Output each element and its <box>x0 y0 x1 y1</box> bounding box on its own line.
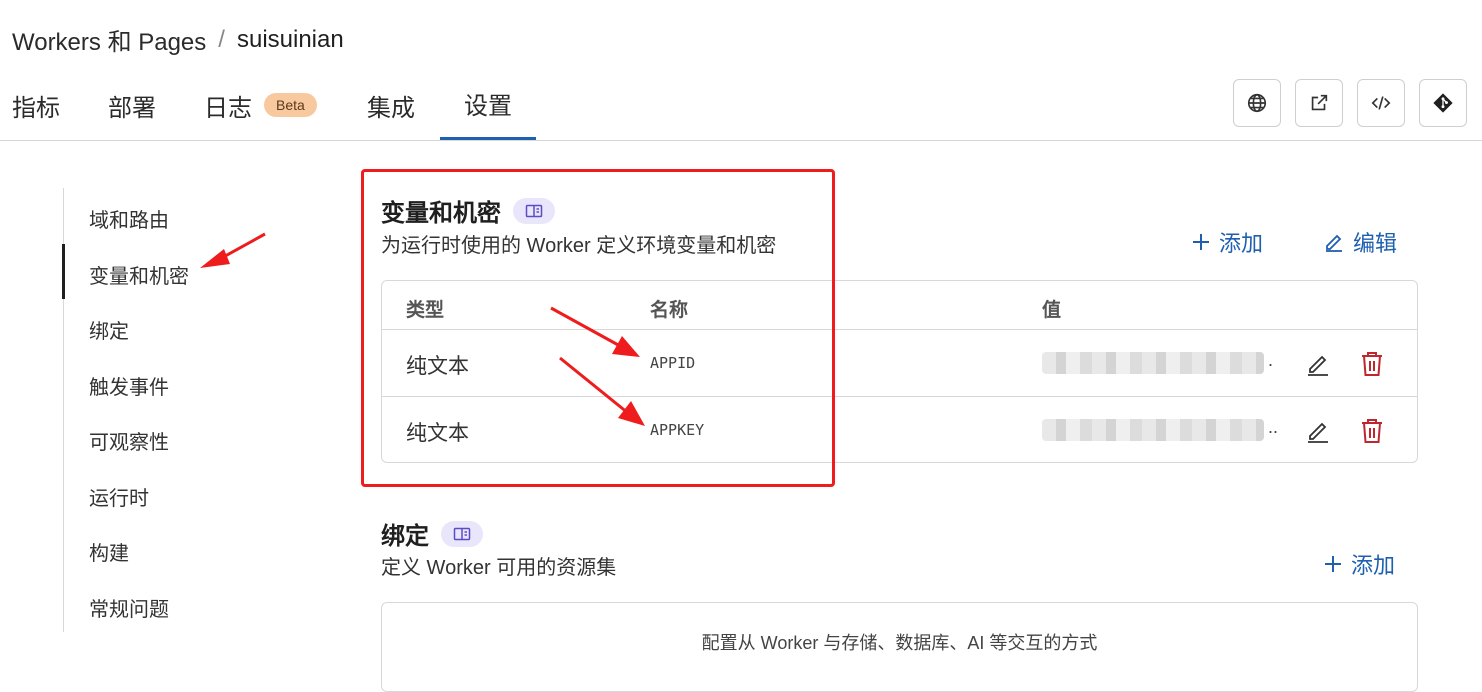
column-header-name: 名称 <box>650 300 689 321</box>
add-variable-button[interactable]: 添加 <box>1191 226 1263 258</box>
variable-value-redacted <box>1042 419 1264 441</box>
variables-section-title: 变量和机密 <box>381 193 555 228</box>
breadcrumb-root[interactable]: Workers 和 Pages <box>12 22 206 57</box>
variable-value-redacted <box>1042 352 1264 374</box>
pencil-icon <box>1308 355 1328 376</box>
variable-name: APPID <box>650 354 696 372</box>
column-header-value: 值 <box>1042 300 1062 321</box>
add-binding-button[interactable]: 添加 <box>1323 548 1395 580</box>
pencil-icon <box>1308 422 1328 443</box>
edit-variables-button[interactable]: 编辑 <box>1323 226 1397 258</box>
plus-icon <box>1191 232 1211 252</box>
variable-type: 纯文本 <box>406 422 469 445</box>
sidebar-active-indicator <box>62 244 65 299</box>
sidebar-item-triggers[interactable]: 触发事件 <box>89 371 169 400</box>
variable-type: 纯文本 <box>406 355 469 378</box>
plus-icon <box>1323 554 1343 574</box>
external-link-icon <box>1311 94 1328 111</box>
breadcrumb-current: suisuinian <box>236 25 344 53</box>
globe-button[interactable] <box>1233 79 1281 127</box>
bindings-empty-text: 配置从 Worker 与存储、数据库、AI 等交互的方式 <box>701 633 1098 653</box>
variable-name: APPKEY <box>650 421 705 439</box>
sidebar-item-variables-secrets[interactable]: 变量和机密 <box>89 260 189 289</box>
sidebar-item-bindings[interactable]: 绑定 <box>89 315 129 344</box>
book-icon <box>453 527 471 540</box>
tab-metrics[interactable]: 指标 <box>12 70 60 140</box>
docs-link[interactable] <box>441 520 483 547</box>
tab-integrations[interactable]: 集成 <box>367 70 415 140</box>
git-button[interactable] <box>1419 79 1467 127</box>
variables-table: 类型 名称 值 纯文本 APPID . 纯文本 APPKEY .. <box>381 280 1418 463</box>
bindings-section-description: 定义 Worker 可用的资源集 <box>381 557 617 579</box>
sidebar-item-observability[interactable]: 可观察性 <box>89 426 169 455</box>
edit-code-button[interactable] <box>1357 79 1405 127</box>
variable-value-ellipsis: .. <box>1268 417 1279 437</box>
trash-icon <box>1362 352 1382 376</box>
breadcrumb-separator: / <box>218 25 225 53</box>
book-icon <box>525 204 543 217</box>
bindings-section-title: 绑定 <box>381 516 483 551</box>
edit-row-button[interactable] <box>1304 350 1332 378</box>
trash-icon <box>1362 419 1382 443</box>
bindings-empty-state: 配置从 Worker 与存储、数据库、AI 等交互的方式 <box>381 602 1418 692</box>
delete-row-button[interactable] <box>1358 350 1386 378</box>
tab-settings[interactable]: 设置 <box>440 70 536 140</box>
docs-link[interactable] <box>513 197 555 224</box>
table-row: 纯文本 APPKEY .. <box>382 396 1417 464</box>
sidebar-item-general[interactable]: 常规问题 <box>89 593 169 622</box>
open-external-button[interactable] <box>1295 79 1343 127</box>
column-header-type: 类型 <box>406 300 445 321</box>
table-row: 纯文本 APPID . <box>382 329 1417 397</box>
globe-icon <box>1247 93 1267 113</box>
tab-deployments[interactable]: 部署 <box>108 70 156 140</box>
settings-sidebar: 域和路由 变量和机密 绑定 触发事件 可观察性 运行时 构建 常规问题 <box>62 188 314 632</box>
variables-section-description: 为运行时使用的 Worker 定义环境变量和机密 <box>381 235 777 257</box>
git-icon <box>1433 93 1453 113</box>
delete-row-button[interactable] <box>1358 417 1386 445</box>
breadcrumb: Workers 和 Pages / suisuinian <box>12 22 344 57</box>
edit-row-button[interactable] <box>1304 417 1332 445</box>
sidebar-item-domains-routes[interactable]: 域和路由 <box>89 204 169 233</box>
pencil-icon <box>1323 231 1345 253</box>
sidebar-item-runtime[interactable]: 运行时 <box>89 482 149 511</box>
code-icon <box>1371 96 1391 110</box>
variable-value-ellipsis: . <box>1268 350 1274 370</box>
tab-logs[interactable]: 日志 Beta <box>204 70 317 140</box>
beta-badge: Beta <box>264 93 317 117</box>
sidebar-item-build[interactable]: 构建 <box>89 537 129 566</box>
